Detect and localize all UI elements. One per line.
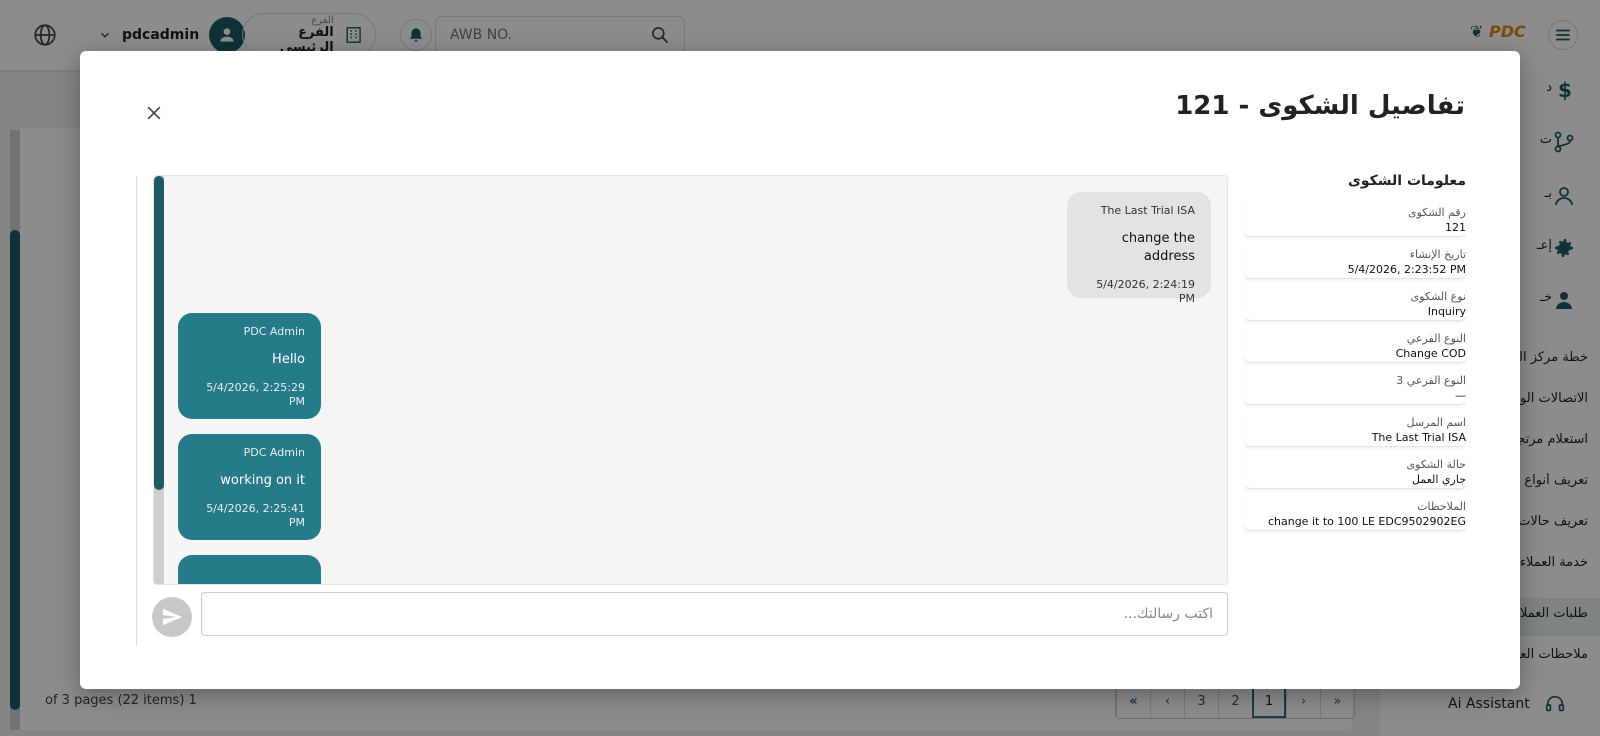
info-value: Inquiry (1427, 305, 1466, 318)
info-label: تاريخ الإنشاء (1409, 248, 1466, 261)
complaint-details-modal: تفاصيل الشكوى - 121 معلومات الشكوى رقم ا… (80, 51, 1520, 689)
info-row-notes: الملاحظات change it to 100 LE EDC9502902… (1244, 497, 1466, 531)
info-value: Change COD (1395, 347, 1466, 360)
message-time: 5/4/2026, 2:25:41 PM (206, 502, 305, 529)
info-value: 5/4/2026, 2:23:52 PM (1347, 263, 1466, 276)
message-time: 5/4/2026, 2:25:29 PM (206, 381, 305, 408)
message-bubble-outgoing-partial (178, 555, 321, 584)
message-input[interactable] (201, 592, 1228, 636)
message-time: 5/4/2026, 2:24:19 PM (1096, 278, 1195, 305)
message-bubble-outgoing: PDC Admin working on it 5/4/2026, 2:25:4… (178, 434, 321, 540)
info-label: الملاحظات (1417, 500, 1466, 513)
info-label: النوع الفرعي (1406, 332, 1466, 345)
message-text: Hello (272, 352, 305, 367)
message-sender: The Last Trial ISA (1100, 204, 1195, 217)
chat-scrollbar[interactable] (154, 176, 164, 584)
message-bubble-incoming: The Last Trial ISA change the address 5/… (1067, 192, 1211, 305)
modal-title: تفاصيل الشكوى - 121 (1175, 91, 1465, 121)
info-label: النوع الفرعي 3 (1396, 374, 1466, 387)
info-value: change it to 100 LE EDC9502902EG (1267, 515, 1466, 528)
info-row-created: تاريخ الإنشاء 5/4/2026, 2:23:52 PM (1244, 245, 1466, 279)
message-sender: PDC Admin (243, 325, 305, 338)
info-label: رقم الشكوى (1408, 206, 1466, 219)
info-label: نوع الشكوى (1410, 290, 1466, 303)
complaint-info-panel: معلومات الشكوى رقم الشكوى 121 تاريخ الإن… (1244, 173, 1466, 539)
close-icon (147, 106, 161, 120)
info-label: اسم المرسل (1406, 416, 1466, 429)
info-value: 121 (1445, 221, 1466, 234)
info-value: جاري العمل (1412, 473, 1466, 486)
info-row-status: حالة الشكوى جاري العمل (1244, 455, 1466, 489)
info-value: — (1455, 389, 1466, 402)
chat-scrollbar-thumb[interactable] (154, 176, 164, 490)
message-sender: PDC Admin (243, 446, 305, 459)
info-value: The Last Trial ISA (1371, 431, 1466, 444)
message-bubble-outgoing: PDC Admin Hello 5/4/2026, 2:25:29 PM (178, 313, 321, 419)
info-row-subtype-3: النوع الفرعي 3 — (1244, 371, 1466, 405)
info-label: حالة الشكوى (1406, 458, 1467, 471)
info-row-sender: اسم المرسل The Last Trial ISA (1244, 413, 1466, 447)
message-text: change the address (1121, 231, 1195, 264)
close-button[interactable] (140, 99, 168, 127)
chat-messages[interactable]: The Last Trial ISA change the address 5/… (153, 175, 1228, 585)
modal-divider (136, 176, 137, 646)
send-button[interactable] (152, 597, 192, 637)
info-row-type: نوع الشكوى Inquiry (1244, 287, 1466, 321)
send-icon (162, 608, 183, 626)
message-text: working on it (220, 473, 305, 488)
info-title: معلومات الشكوى (1348, 173, 1466, 189)
info-row-subtype: النوع الفرعي Change COD (1244, 329, 1466, 363)
info-row-number: رقم الشكوى 121 (1244, 203, 1466, 237)
